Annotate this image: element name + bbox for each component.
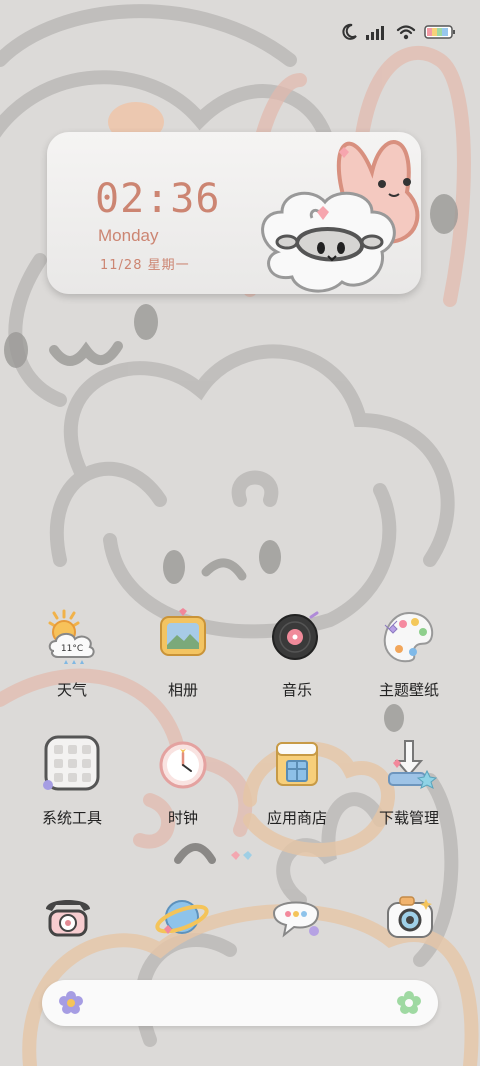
paint-palette-icon [383, 611, 434, 663]
album-label: 相册 [167, 681, 198, 699]
weather-temp: 11°C [61, 644, 83, 654]
clock-label: 时钟 [167, 809, 198, 827]
music-label: 音乐 [281, 681, 312, 699]
camera-icon[interactable] [380, 887, 440, 947]
status-bar [340, 20, 456, 44]
flower-icon [59, 991, 83, 1014]
weather-label: 天气 [56, 681, 87, 699]
folder-grid-icon [43, 735, 100, 791]
downloads-app[interactable]: 下载管理 [354, 735, 464, 828]
system-tools-app[interactable]: 系统工具 [17, 735, 127, 828]
downloads-label: 下载管理 [378, 809, 439, 827]
planet-icon[interactable] [152, 887, 212, 947]
battery-icon [424, 25, 456, 39]
music-app[interactable]: 音乐 [242, 607, 352, 700]
flower-icon [397, 991, 421, 1014]
widget-date: 11/28 星期一 [100, 258, 190, 273]
clock-widget[interactable]: 02:36 Monday 11/28 星期一 [47, 132, 421, 294]
clock-icon [159, 741, 207, 789]
photo-frame-icon [160, 608, 206, 656]
search-bar[interactable] [42, 980, 438, 1026]
clock-app[interactable]: 时钟 [128, 735, 238, 828]
app-store-label: 应用商店 [266, 809, 327, 827]
album-app[interactable]: 相册 [128, 607, 238, 700]
telephone-icon[interactable] [38, 887, 98, 947]
vinyl-record-icon [272, 611, 319, 660]
chat-bubble-icon[interactable] [266, 887, 326, 947]
widget-time: 02:36 [95, 176, 221, 222]
moon-icon [340, 23, 358, 41]
app-store-app[interactable]: 应用商店 [242, 735, 352, 828]
themes-app[interactable]: 主题壁纸 [354, 607, 464, 700]
wifi-icon [396, 24, 416, 40]
system-tools-label: 系统工具 [41, 809, 102, 827]
themes-label: 主题壁纸 [378, 681, 439, 699]
widget-day: Monday [98, 226, 159, 245]
bunny-sheep-illustration [261, 140, 420, 293]
weather-app[interactable]: 11°C 天气 [17, 607, 127, 700]
download-icon [388, 740, 438, 789]
shop-icon [276, 742, 318, 786]
signal-icon [366, 24, 388, 40]
weather-icon: 11°C [48, 609, 95, 664]
